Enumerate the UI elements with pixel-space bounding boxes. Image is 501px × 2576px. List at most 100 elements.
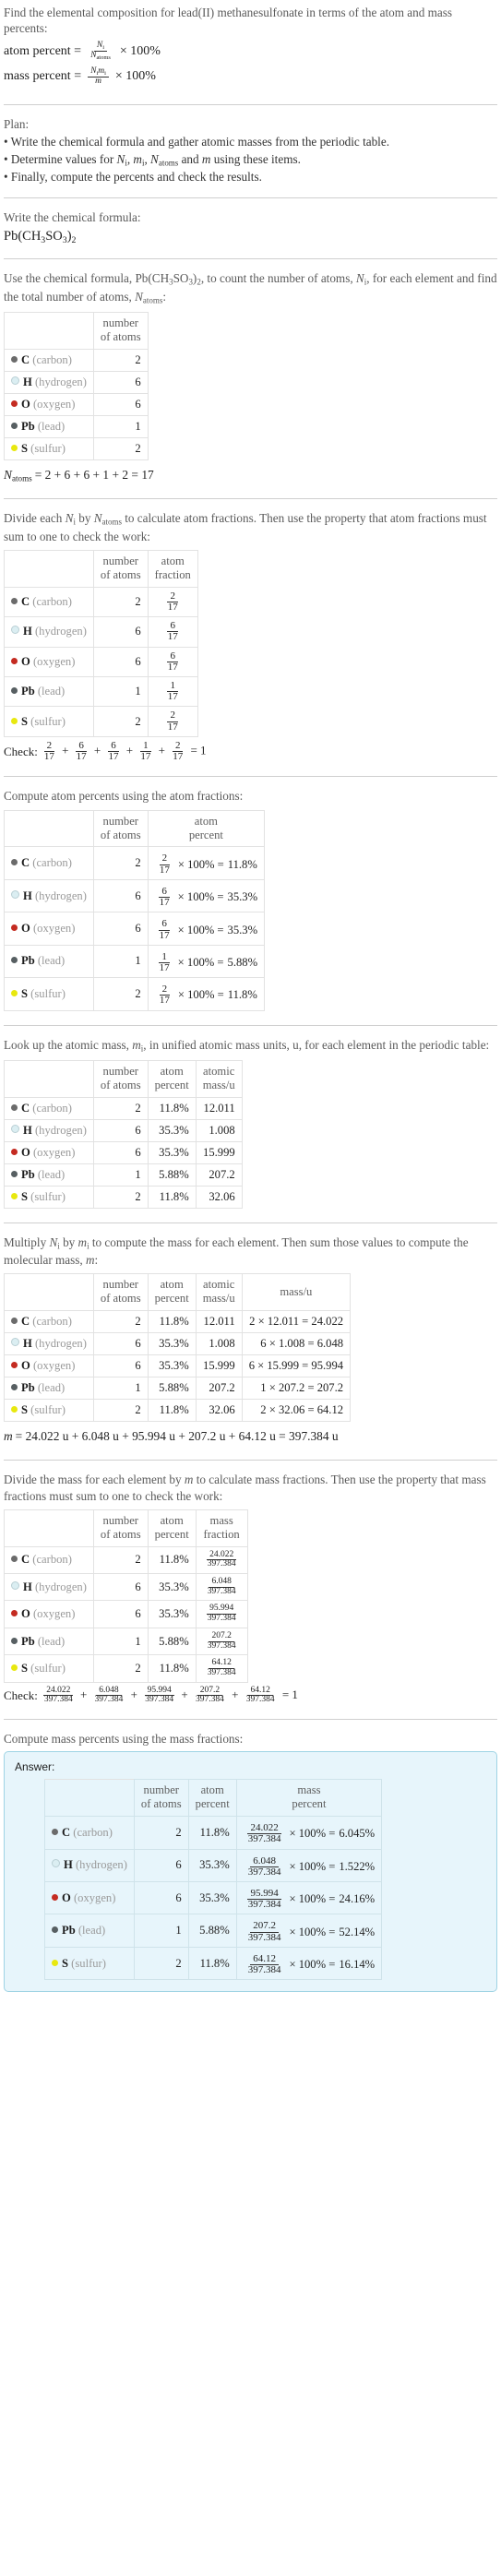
atomic-mass-cell: 207.2 <box>195 1377 243 1401</box>
m-expression: = 24.022 u + 6.048 u + 95.994 u + 207.2 … <box>15 1429 339 1444</box>
natoms-expression: = 2 + 6 + 6 + 1 + 2 = 17 <box>34 467 154 482</box>
plan-section: Plan: • Write the chemical formula and g… <box>4 112 497 191</box>
header-element-blank <box>4 1059 94 1098</box>
header-mass-percent: mass percent <box>235 1779 383 1818</box>
count-prompt-a: Use the chemical formula, <box>4 271 136 286</box>
number-of-atoms-cell: 1 <box>92 675 149 708</box>
fraction-denominator: 17 <box>173 751 184 763</box>
plan-bullet-1: • Write the chemical formula and gather … <box>4 135 389 149</box>
element-color-dot <box>11 597 18 604</box>
element-name: (oxygen) <box>32 922 76 936</box>
fraction-denominator: 397.384 <box>247 1964 281 1976</box>
number-of-atoms-cell: 1 <box>92 1163 149 1187</box>
atomic-mass-cell: 32.06 <box>195 1185 243 1209</box>
element-cell: S (sulfur) <box>4 977 94 1011</box>
mass-expression-cell: 6 × 1.008 = 6.048 <box>241 1332 352 1356</box>
atomic-mass-cell: 207.2 <box>195 1163 243 1187</box>
mass-fraction-cell: 95.994 397.384 <box>195 1600 248 1628</box>
fraction-denominator: 17 <box>167 601 178 613</box>
divider <box>4 1460 497 1461</box>
fraction: 24.022 397.384 <box>245 1822 284 1844</box>
element-color-dot <box>11 1362 18 1369</box>
fraction-numerator: 207.2 <box>250 1921 279 1933</box>
table-row: O (oxygen) 6 35.3% 15.999 <box>4 1140 243 1164</box>
element-color-dot <box>11 1124 19 1133</box>
atom-percent-fraction: Ni Natoms <box>88 41 113 62</box>
atom-percent-cell: 35.3% <box>147 1354 197 1378</box>
table-row: C (carbon) 2 11.8% 24.022 397.384 × 100% = 6.0… <box>44 1816 383 1850</box>
table-row: Pb (lead) 1 5.88% 207.2 397.384 × 100% = 52.14… <box>44 1914 383 1948</box>
mass-percent-times100: × 100% <box>114 69 156 84</box>
atom-percent-cell: 11.8% <box>147 1545 197 1575</box>
element-symbol: S <box>21 441 29 455</box>
atom-percent-rows: C (carbon) 2 2 17 × 100% = 11.8% H (hydrogen) 6… <box>4 846 266 1011</box>
plus-sign: + <box>79 1687 88 1701</box>
divider <box>4 1718 497 1720</box>
mass-fraction-rows: C (carbon) 2 11.8% 24.022 397.384 H (hydrogen… <box>4 1545 248 1683</box>
atom-percent-label: atom percent = <box>4 44 82 59</box>
fraction: 2 17 <box>170 740 185 763</box>
fraction-denominator: 17 <box>167 631 178 643</box>
atom-percent-cell: 11.8% <box>187 1946 237 1981</box>
fraction-numerator: 6 <box>167 650 178 662</box>
atom-percent-cell: 35.3% <box>147 1600 197 1628</box>
fraction: 6 17 <box>106 740 122 762</box>
table-row: H (hydrogen) 6 35.3% 1.008 6 × 1.008 = 6.048 <box>4 1332 352 1356</box>
element-color-dot <box>11 1103 18 1111</box>
atomic-mass-section: Look up the atomic mass, mi, in unified … <box>4 1032 497 1216</box>
element-cell: S (sulfur) <box>4 436 94 460</box>
table-row: C (carbon) 2 11.8% 12.011 2 × 12.011 = 24.02… <box>4 1310 352 1334</box>
mass-percent-value: 6.045% <box>339 1827 376 1841</box>
element-name: (carbon) <box>73 1825 113 1839</box>
atom-percent-prompt: Compute atom percents using the atom fra… <box>4 789 244 804</box>
table-row: Pb (lead) 1 <box>4 414 149 438</box>
number-of-atoms-cell: 6 <box>92 1354 149 1378</box>
times-100-equals: × 100% = <box>289 1827 336 1841</box>
atom-percent-cell: 11.8% <box>147 1310 197 1334</box>
table-row: C (carbon) 2 2 17 <box>4 586 198 618</box>
header-atom-fraction: atom fraction <box>147 549 198 588</box>
element-color-dot <box>52 1828 58 1835</box>
fraction: 207.2 397.384 <box>193 1686 227 1705</box>
fraction: 1 17 <box>165 680 181 702</box>
element-color-dot <box>11 957 18 964</box>
table-row: C (carbon) 2 11.8% 12.011 <box>4 1096 243 1120</box>
fraction: 2 17 <box>157 984 173 1006</box>
header-number-of-atoms: number of atoms <box>92 1059 149 1098</box>
atom-percent-cell: 11.8% <box>147 1399 197 1423</box>
table-header-row: number of atoms atom percent atomic mass… <box>4 1059 243 1098</box>
header-atom-percent: atom percent <box>187 1779 237 1818</box>
ni-subscript: i <box>102 43 105 51</box>
element-cell: H (hydrogen) <box>4 1332 94 1356</box>
natoms-label-sub: atoms <box>11 473 32 483</box>
atom-percent-cell: 35.3% <box>147 1140 197 1164</box>
table-row: C (carbon) 2 <box>4 348 149 372</box>
atom-percent-value: 11.8% <box>227 988 257 1002</box>
atom-percent-cell: 5.88% <box>147 1377 197 1401</box>
header-number-of-atoms: number of atoms <box>92 549 149 588</box>
element-color-dot <box>11 376 19 385</box>
element-symbol: Pb <box>21 1167 35 1181</box>
fraction: 2 17 <box>165 710 181 732</box>
table-row: Pb (lead) 1 5.88% 207.2 397.384 <box>4 1627 248 1656</box>
mass-section: Multiply Ni by mi to compute the mass fo… <box>4 1230 497 1453</box>
fraction-denominator: 397.384 <box>247 1866 281 1878</box>
fraction: 24.022 397.384 <box>205 1550 239 1569</box>
atomic-mass-cell: 12.011 <box>195 1096 243 1120</box>
fraction-numerator: 2 <box>159 853 171 865</box>
bullet2-tail: using these items. <box>210 151 301 166</box>
solution-page: Find the elemental composition for lead(… <box>0 0 501 2003</box>
mass-percent-cell: 95.994 397.384 × 100% = 24.16% <box>235 1880 383 1915</box>
element-color-dot <box>11 626 19 635</box>
element-symbol: H <box>23 888 32 902</box>
element-symbol: Pb <box>21 1381 35 1395</box>
atom-percent-cell: 35.3% <box>147 1332 197 1356</box>
m-denominator: m <box>95 76 101 86</box>
divider <box>4 197 497 199</box>
atom-percent-cell: 11.8% <box>187 1816 237 1850</box>
bullet2-mid: and <box>178 151 202 166</box>
element-color-dot <box>11 1580 19 1590</box>
atomic-mass-rows: C (carbon) 2 11.8% 12.011 H (hydrogen) 6 35.3%… <box>4 1096 243 1209</box>
plus-sign: + <box>125 743 134 757</box>
times-100-equals: × 100% = <box>289 1958 336 1972</box>
